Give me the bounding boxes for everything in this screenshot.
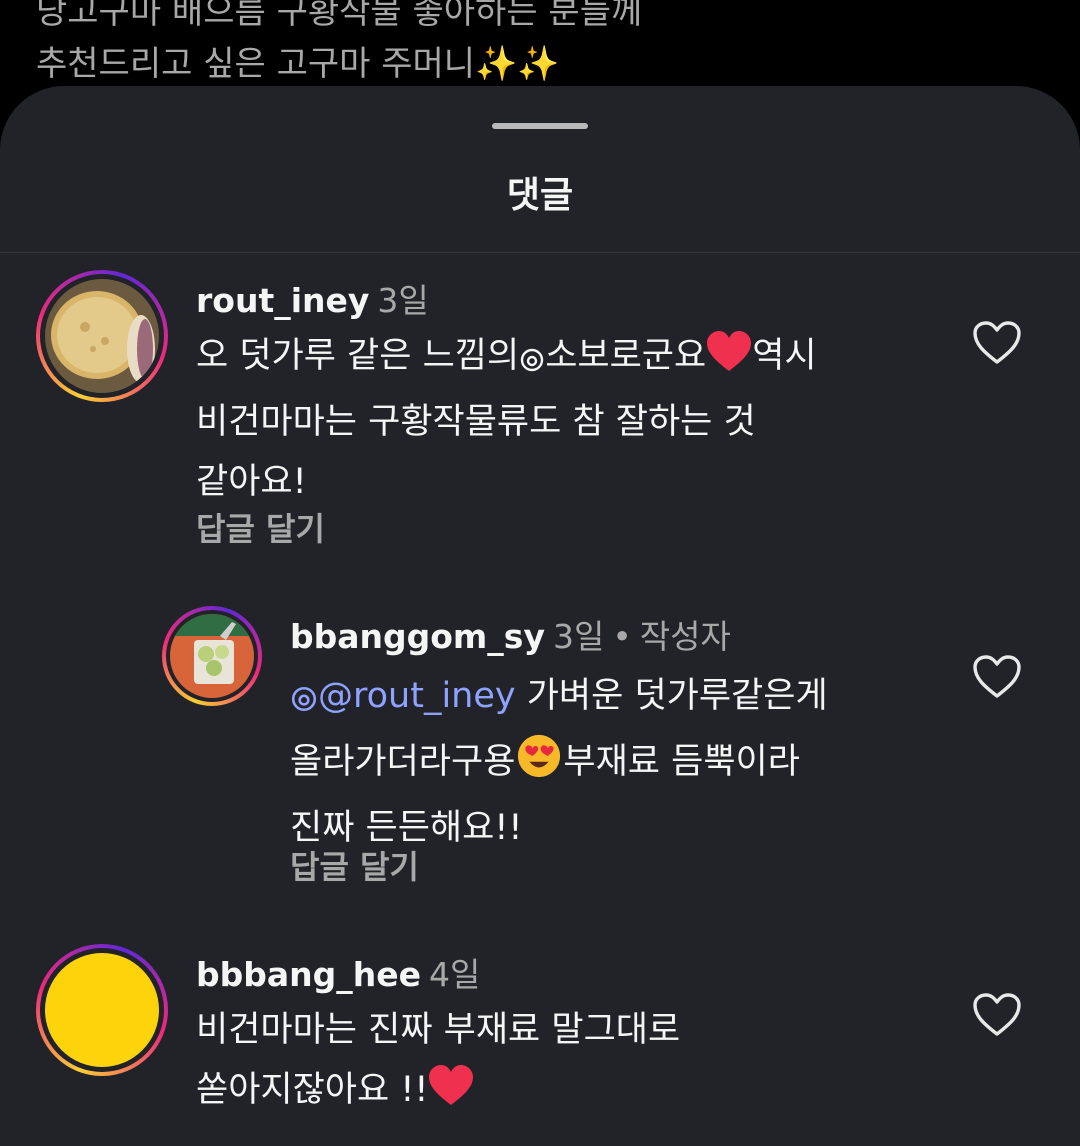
like-button[interactable] [972, 992, 1022, 1038]
avatar[interactable] [162, 606, 262, 706]
caption-line: 추천드리고 싶은 고구마 주머니✨✨ [36, 44, 560, 84]
like-button[interactable] [972, 654, 1022, 700]
red-heart-emoji [428, 1065, 474, 1126]
comment-text-segment: 올라가더라구용 [290, 742, 516, 782]
heart-outline-icon [973, 655, 1021, 698]
comment-text-segment: 부재료 듬뿍이라 [563, 742, 800, 782]
reply-button[interactable]: 답글 달기 [290, 842, 419, 888]
post-caption: 당고구마 배으름 구황작물 좋아하는 분들께 추천드리고 싶은 고구마 주머니✨… [36, 0, 1036, 90]
comment-meta: bbbang_hee 4일 [196, 948, 480, 996]
heart-outline-icon [973, 321, 1021, 364]
comment-text-line: 같아요! [196, 462, 307, 502]
red-heart-emoji [706, 331, 752, 392]
comment-text-line: 비건마마는 구황작물류도 참 잘하는 것 [196, 402, 756, 442]
comment-time: 3일 [552, 617, 605, 656]
comment-meta: rout_iney 3일 [196, 274, 429, 322]
heart-outline-icon [973, 993, 1021, 1036]
mention-link[interactable]: @rout_iney [318, 676, 516, 716]
comment-text: @rout_iney 가벼운 덧가루같은게 올라가더라구용 부재료 듬뿍이라 진짜… [290, 666, 950, 858]
comment-username[interactable]: rout_iney [196, 281, 369, 320]
comment-text: 오 덧가루 같은 느낌의 소보로군요 역시 비건마마는 구황작물류도 참 잘하는 것… [196, 326, 936, 512]
avatar[interactable] [36, 270, 168, 402]
comments-sheet: 댓글 rout_iney 3일 오 덧가루 같은 느낌의 소보로군요 역시 비건… [0, 86, 1080, 1146]
comment-meta: bbanggom_sy 3일 • 작성자 [290, 610, 731, 658]
comment-username[interactable]: bbanggom_sy [290, 617, 545, 656]
comment-text-segment: 쏟아지잖아요 !! [196, 1070, 429, 1110]
heart-eyes-emoji [515, 733, 563, 798]
separator-dot: • [612, 617, 632, 656]
comment-text: 비건마마는 진짜 부재료 말그대로 쏟아지잖아요 !! [196, 1000, 936, 1126]
sheet-title: 댓글 [506, 175, 574, 216]
comment-text-segment: 가벼운 덧가루같은게 [526, 676, 828, 716]
comment-time: 4일 [429, 955, 481, 994]
threads-at-icon [290, 672, 318, 732]
comment-text-segment: 소보로군요 [545, 336, 707, 376]
comment-text-segment: 역시 [752, 336, 817, 376]
avatar[interactable] [36, 944, 168, 1076]
caption-line: 당고구마 배으름 구황작물 좋아하는 분들께 [36, 0, 643, 32]
comment-username[interactable]: bbbang_hee [196, 955, 421, 994]
sheet-drag-handle[interactable] [492, 123, 588, 129]
author-badge: 작성자 [639, 617, 731, 656]
comment-time: 3일 [377, 281, 429, 320]
comment-text-line: 비건마마는 진짜 부재료 말그대로 [196, 1010, 681, 1050]
reply-button[interactable]: 답글 달기 [196, 504, 325, 550]
like-button[interactable] [972, 320, 1022, 366]
threads-at-icon [519, 332, 545, 392]
comment-text-segment: 오 덧가루 같은 느낌의 [196, 336, 520, 376]
divider [0, 252, 1080, 253]
